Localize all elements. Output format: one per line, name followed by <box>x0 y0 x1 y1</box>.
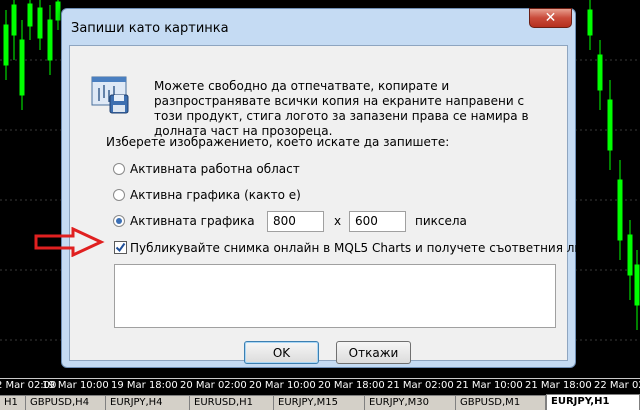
chart-tab[interactable]: GBPUSD,H4 <box>26 396 106 410</box>
dimension-separator: x <box>334 214 342 228</box>
link-output-field[interactable] <box>114 264 556 328</box>
select-image-label: Изберете изображението, което искате да … <box>106 135 450 149</box>
publish-label: Публикувайте снимка онлайн в MQL5 Charts… <box>130 241 598 255</box>
save-as-picture-dialog: Запиши като картинка ✕ Можете свободно д… <box>61 8 597 368</box>
radio-button[interactable] <box>113 163 125 175</box>
time-axis-label: 22 Mar 02:00 <box>594 380 640 391</box>
chart-tabs-bar: H1 GBPUSD,H4 EURJPY,H4 EURUSD,H1 EURJPY,… <box>0 394 640 410</box>
units-label: пиксела <box>415 214 467 228</box>
time-axis-label: 20 Mar 10:00 <box>249 380 316 391</box>
close-icon[interactable]: ✕ <box>529 8 572 28</box>
chart-tab-active[interactable]: EURJPY,H1 <box>546 394 640 410</box>
time-axis-label: 21 Mar 10:00 <box>456 380 523 391</box>
save-as-image-icon <box>91 76 129 114</box>
time-axis-label: 21 Mar 02:00 <box>387 380 454 391</box>
checkmark-icon <box>115 242 126 253</box>
radio-button[interactable] <box>113 189 125 201</box>
radio-label: Активната графика <box>130 214 255 228</box>
radio-button-checked[interactable] <box>113 215 125 227</box>
width-input[interactable]: 800 <box>267 211 324 232</box>
dialog-title: Запиши като картинка <box>71 21 229 36</box>
height-input[interactable]: 600 <box>349 211 406 232</box>
cancel-button[interactable]: Откажи <box>336 341 411 364</box>
radio-label: Активната работна област <box>130 162 300 176</box>
dialog-description: Можете свободно да отпечатвате, копирате… <box>154 79 529 138</box>
dialog-body: Можете свободно да отпечатвате, копирате… <box>69 45 597 364</box>
time-axis-label: 19 Mar 18:00 <box>111 380 178 391</box>
chart-tab[interactable]: GBPUSD,M1 <box>456 396 546 410</box>
chart-tab[interactable]: H1 <box>0 396 26 410</box>
publish-checkbox[interactable] <box>114 241 127 254</box>
time-axis-label: 20 Mar 02:00 <box>180 380 247 391</box>
time-axis-label: 19 Mar 10:00 <box>42 380 109 391</box>
chart-tab[interactable]: EURJPY,M30 <box>365 396 456 410</box>
ok-button[interactable]: OK <box>244 341 319 364</box>
time-axis-label: 20 Mar 18:00 <box>318 380 385 391</box>
radio-label: Активна графика (както е) <box>130 188 301 202</box>
time-axis-label: 21 Mar 18:00 <box>525 380 592 391</box>
chart-tab[interactable]: EURUSD,H1 <box>190 396 274 410</box>
chart-tab[interactable]: EURJPY,M15 <box>274 396 365 410</box>
time-axis: 2 Mar 02:00 19 Mar 10:00 19 Mar 18:00 20… <box>0 378 640 395</box>
red-arrow-pointer <box>34 227 105 257</box>
chart-tab[interactable]: EURJPY,H4 <box>106 396 190 410</box>
dialog-titlebar[interactable]: Запиши като картинка ✕ <box>62 8 575 45</box>
